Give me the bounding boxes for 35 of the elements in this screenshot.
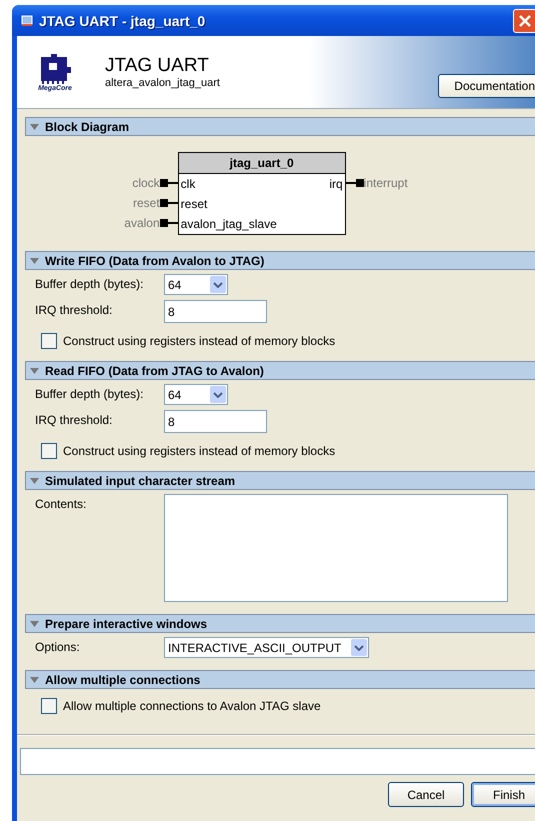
- section-header[interactable]: Simulated input character stream: [25, 471, 535, 490]
- dropdown[interactable]: INTERACTIVE_ASCII_OUTPUT: [164, 637, 369, 658]
- field-label: IRQ threshold:: [35, 412, 114, 427]
- section-header[interactable]: Prepare interactive windows: [25, 614, 535, 633]
- section-header[interactable]: Read FIFO (Data from JTAG to Avalon): [25, 361, 535, 380]
- component-title: JTAG UART: [105, 55, 210, 77]
- module-name: jtag_uart_0: [230, 156, 294, 170]
- signal-label: avalon: [124, 216, 160, 230]
- checkbox-label: Construct using registers instead of memory blocks: [63, 334, 336, 348]
- field-label: IRQ threshold:: [35, 302, 114, 317]
- port-label: avalon_jtag_slave: [180, 217, 278, 231]
- checkbox-label: Construct using registers instead of memory blocks: [63, 444, 336, 458]
- dialog-button[interactable]: Finish: [471, 782, 535, 807]
- dropdown[interactable]: 64: [164, 274, 228, 295]
- port-label: reset: [180, 197, 208, 211]
- documentation-button[interactable]: Documentation: [438, 74, 535, 98]
- field-label: Buffer depth (bytes):: [35, 276, 145, 291]
- dropdown[interactable]: 64: [164, 384, 228, 405]
- section-header[interactable]: Block Diagram: [25, 117, 535, 136]
- port-label: irq: [328, 177, 344, 191]
- text-field[interactable]: 8: [164, 410, 267, 433]
- field-label: Buffer depth (bytes):: [35, 386, 145, 401]
- field-label: Contents:: [35, 496, 88, 511]
- signal-label: clock: [132, 176, 160, 190]
- section-header[interactable]: Allow multiple connections: [25, 670, 535, 689]
- port-label: clk: [180, 177, 196, 191]
- window-title: JTAG UART - jtag_uart_0: [39, 12, 206, 28]
- signal-label: reset: [132, 196, 160, 210]
- text-field[interactable]: 8: [164, 300, 267, 323]
- section-header[interactable]: Write FIFO (Data from Avalon to JTAG): [25, 251, 535, 270]
- signal-label: interrupt: [364, 176, 408, 190]
- dialog-button[interactable]: Cancel: [388, 782, 464, 807]
- component-subtitle: altera_avalon_jtag_uart: [105, 77, 220, 89]
- field-label: Options:: [35, 639, 81, 654]
- checkbox-label: Allow multiple connections to Avalon JTAG slave: [63, 699, 321, 713]
